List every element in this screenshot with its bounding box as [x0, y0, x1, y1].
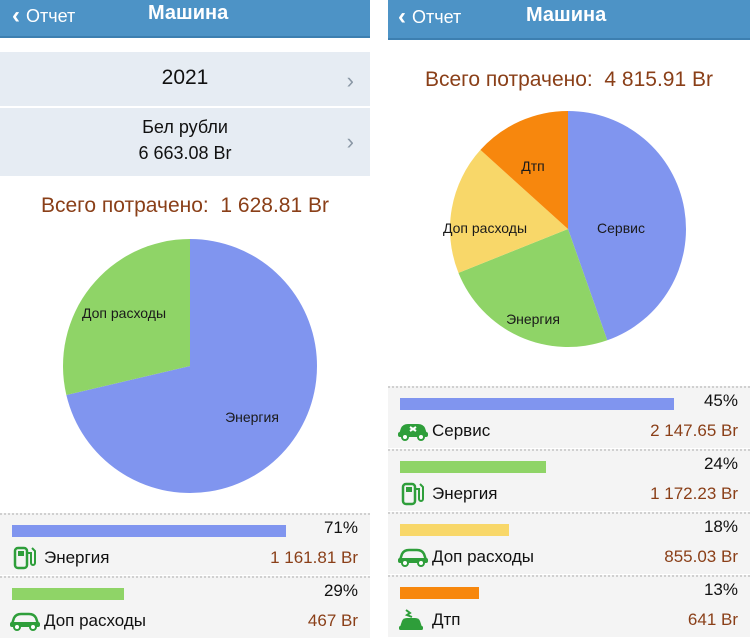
percent-value: 71% — [323, 518, 358, 537]
page-title: Машина — [148, 2, 229, 24]
category-amount: 641 Br — [687, 610, 738, 629]
navigation-bar: ‹ Отчет Машина — [0, 0, 370, 38]
category-amount: 2 147.65 Br — [650, 421, 738, 440]
percent-bar — [400, 587, 479, 599]
category-row[interactable]: 71% Энергия 1 161.81 Br — [0, 513, 370, 575]
report-screen-left: ‹ Отчет Машина 2021 › Бел рубли 6 663.08… — [0, 0, 370, 639]
pie-slice-label: Доп расходы — [82, 305, 166, 321]
total-spent: Всего потрачено: 1 628.81 Br — [0, 194, 370, 218]
navigation-bar: ‹ Отчет Машина — [388, 0, 750, 40]
category-label: Энергия — [44, 548, 110, 567]
category-row[interactable]: 13% Дтп 641 Br — [388, 575, 750, 637]
chevron-right-icon: › — [346, 129, 354, 154]
car-service-icon — [396, 418, 428, 442]
chevron-right-icon: › — [346, 68, 354, 93]
percent-bar — [12, 588, 124, 600]
percent-bar — [400, 524, 509, 536]
total-spent-label: Всего потрачено: — [41, 194, 209, 217]
pie-slice-label: Доп расходы — [443, 220, 527, 236]
currency-name: Бел рубли — [142, 117, 228, 137]
pie-chart: Энергия Доп расходы — [63, 239, 317, 493]
percent-value: 29% — [323, 581, 358, 600]
percent-bar — [400, 398, 674, 410]
percent-bar — [400, 461, 546, 473]
accident-icon — [396, 607, 428, 631]
category-amount: 467 Br — [307, 611, 358, 630]
currency-selector[interactable]: Бел рубли 6 663.08 Br › — [0, 114, 370, 170]
fuel-pump-icon — [8, 545, 40, 570]
category-row[interactable]: 24% Энергия 1 172.23 Br — [388, 449, 750, 511]
car-icon — [8, 608, 40, 632]
total-spent-label: Всего потрачено: — [425, 68, 593, 91]
pie-chart: Сервис Энергия Доп расходы Дтп — [443, 111, 686, 347]
back-button-label: Отчет — [412, 6, 462, 27]
chevron-left-icon: ‹ — [398, 3, 406, 30]
percent-value: 13% — [703, 580, 738, 599]
back-button-label: Отчет — [26, 5, 76, 26]
total-spent-value: 1 628.81 Br — [220, 194, 329, 217]
category-label: Сервис — [432, 421, 491, 440]
car-icon — [396, 544, 428, 568]
category-label: Энергия — [432, 484, 498, 503]
category-row[interactable]: 45% Сервис 2 147.65 Br — [388, 386, 750, 448]
back-button[interactable]: ‹ Отчет — [12, 0, 75, 32]
divider — [370, 0, 388, 639]
back-button[interactable]: ‹ Отчет — [398, 0, 461, 34]
period-selector: 2021 › Бел рубли 6 663.08 Br › — [0, 52, 370, 176]
fuel-pump-icon — [396, 481, 428, 506]
currency-balance: 6 663.08 Br — [138, 143, 232, 163]
category-row[interactable]: 29% Доп расходы 467 Br — [0, 576, 370, 638]
percent-value: 45% — [703, 391, 738, 410]
percent-value: 18% — [703, 517, 738, 536]
percent-bar — [12, 525, 286, 537]
pie-slice-label: Сервис — [597, 220, 645, 236]
category-amount: 855.03 Br — [664, 547, 738, 566]
report-screen-right: ‹ Отчет Машина Всего потрачено: 4 815.91… — [388, 0, 750, 639]
year-value: 2021 — [161, 66, 209, 89]
total-spent: Всего потрачено: 4 815.91 Br — [388, 68, 750, 92]
category-row[interactable]: 18% Доп расходы 855.03 Br — [388, 512, 750, 574]
category-label: Доп расходы — [432, 547, 535, 566]
category-amount: 1 161.81 Br — [270, 548, 358, 567]
category-amount: 1 172.23 Br — [650, 484, 738, 503]
chevron-left-icon: ‹ — [12, 2, 20, 29]
page-title: Машина — [526, 4, 607, 26]
category-label: Доп расходы — [44, 611, 147, 630]
pie-slice-label: Энергия — [506, 311, 560, 327]
divider — [0, 106, 370, 108]
category-label: Дтп — [432, 610, 461, 629]
total-spent-value: 4 815.91 Br — [604, 68, 713, 91]
pie-slice-label: Энергия — [225, 409, 279, 425]
pie-slice-label: Дтп — [521, 158, 544, 174]
percent-value: 24% — [703, 454, 738, 473]
year-selector[interactable]: 2021 › — [0, 66, 370, 96]
